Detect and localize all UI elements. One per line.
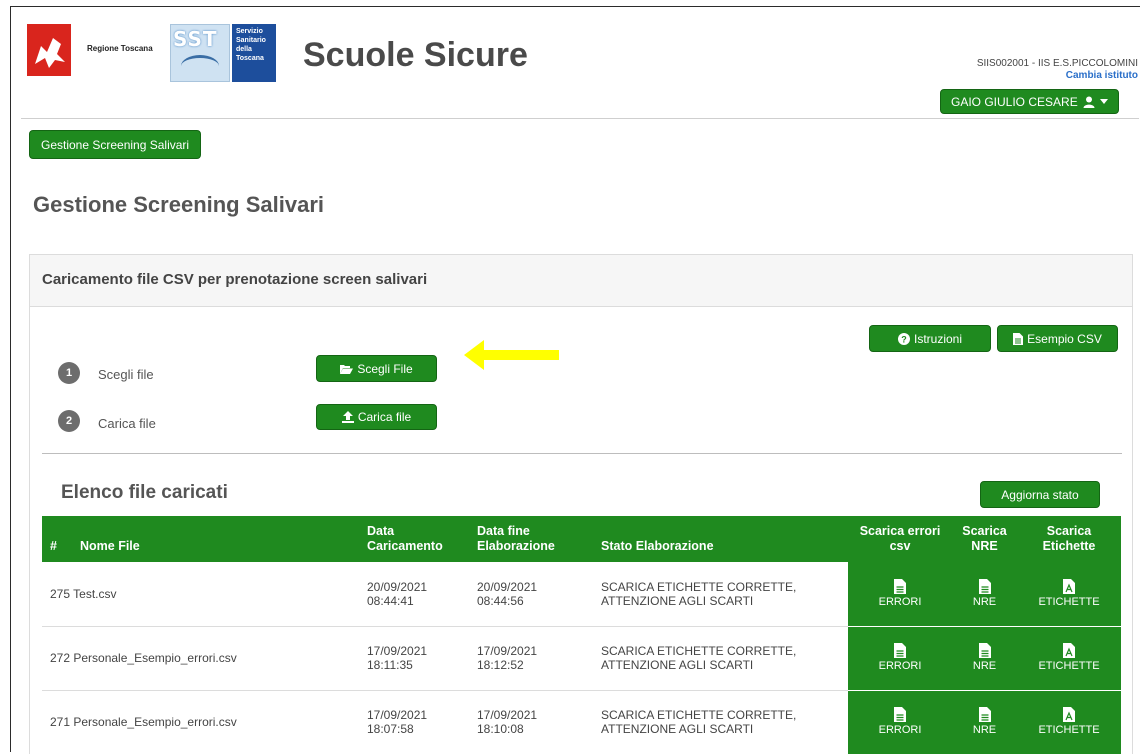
table-row: 272 Personale_Esempio_errori.csv 17/09/2… bbox=[42, 626, 1121, 691]
file-text-icon bbox=[978, 578, 991, 594]
col-num: # bbox=[42, 516, 72, 562]
step-number: 2 bbox=[58, 410, 80, 432]
page-title: Gestione Screening Salivari bbox=[33, 192, 325, 217]
ssn-line: Sanitario bbox=[236, 37, 266, 44]
panel-heading: Caricamento file CSV per prenotazione sc… bbox=[30, 255, 1132, 307]
file-name: 271 Personale_Esempio_errori.csv bbox=[42, 690, 359, 754]
file-name: 272 Personale_Esempio_errori.csv bbox=[42, 626, 359, 691]
arrow-left-icon bbox=[464, 340, 559, 370]
upload-datetime: 17/09/2021 18:07:58 bbox=[359, 690, 469, 754]
end-datetime: 20/09/2021 08:44:56 bbox=[469, 562, 593, 627]
ssn-line: Toscana bbox=[236, 55, 264, 62]
panel-divider bbox=[42, 453, 1122, 454]
ssn-logo: Servizio Sanitario della Toscana bbox=[232, 24, 276, 82]
refresh-status-button[interactable]: Aggiorna stato bbox=[980, 481, 1100, 508]
download-errors-button[interactable]: ERRORI bbox=[848, 562, 952, 627]
file-text-icon bbox=[978, 643, 991, 658]
folder-open-icon bbox=[340, 364, 354, 374]
sst-logo: SST bbox=[170, 24, 230, 82]
change-school-link[interactable]: Cambia istituto bbox=[1066, 70, 1138, 81]
file-text-icon bbox=[894, 643, 906, 658]
col-status: Stato Elaborazione bbox=[593, 516, 848, 562]
user-icon bbox=[1083, 96, 1095, 108]
download-nre-button[interactable]: NRE bbox=[952, 562, 1017, 627]
header: Regione Toscana SST Servizio Sanitario d… bbox=[10, 6, 1140, 116]
download-labels-button[interactable]: ETICHETTE bbox=[1017, 690, 1121, 754]
step-number: 1 bbox=[58, 362, 80, 384]
upload-icon bbox=[341, 411, 354, 423]
file-pdf-icon bbox=[1063, 707, 1075, 722]
ssn-line: Servizio bbox=[236, 28, 263, 35]
download-errors-button[interactable]: ERRORI bbox=[848, 690, 952, 754]
ssn-line: della bbox=[236, 46, 252, 53]
col-nre: Scarica NRE bbox=[952, 516, 1017, 562]
header-divider bbox=[21, 118, 1139, 119]
file-name: 275 Test.csv bbox=[42, 562, 359, 627]
list-title: Elenco file caricati bbox=[61, 482, 228, 503]
upload-panel: Caricamento file CSV per prenotazione sc… bbox=[29, 254, 1133, 754]
breadcrumb-button[interactable]: Gestione Screening Salivari bbox=[29, 130, 202, 159]
caret-down-icon bbox=[1099, 98, 1108, 104]
choose-file-button[interactable]: Scegli File bbox=[316, 355, 437, 382]
end-datetime: 17/09/2021 18:10:08 bbox=[469, 690, 593, 754]
table-row: 275 Test.csv 20/09/2021 08:44:41 20/09/20… bbox=[42, 562, 1121, 627]
region-label: Regione Toscana bbox=[87, 44, 153, 53]
table-row: 271 Personale_Esempio_errori.csv 17/09/2… bbox=[42, 690, 1121, 754]
download-nre-button[interactable]: NRE bbox=[952, 626, 1017, 691]
col-labels: Scarica Etichette bbox=[1017, 516, 1121, 562]
status-text: SCARICA ETICHETTE CORRETTE, ATTENZIONE AG… bbox=[593, 562, 848, 627]
step-label: Carica file bbox=[98, 416, 156, 431]
sst-bird-icon bbox=[181, 55, 219, 77]
file-text-icon bbox=[894, 707, 906, 722]
col-name: Nome File bbox=[72, 516, 359, 562]
uploaded-files-table: # Nome File Data Caricamento Data fine Ela… bbox=[42, 516, 1121, 754]
file-icon bbox=[1013, 332, 1024, 345]
choose-file-label: Scegli File bbox=[357, 361, 413, 376]
file-pdf-icon bbox=[1063, 578, 1075, 594]
step-label: Scegli file bbox=[98, 367, 154, 382]
download-labels-button[interactable]: ETICHETTE bbox=[1017, 562, 1121, 627]
upload-datetime: 20/09/2021 08:44:41 bbox=[359, 562, 469, 627]
question-icon: ? bbox=[897, 332, 910, 345]
istruzioni-button[interactable]: ? Istruzioni bbox=[869, 325, 991, 352]
upload-file-label: Carica file bbox=[357, 410, 412, 424]
col-end-date: Data fine Elaborazione bbox=[469, 516, 593, 562]
esempio-csv-button[interactable]: Esempio CSV bbox=[997, 325, 1118, 352]
esempio-csv-label: Esempio CSV bbox=[1027, 331, 1102, 346]
file-pdf-icon bbox=[1063, 643, 1075, 658]
upload-file-button[interactable]: Carica file bbox=[316, 404, 437, 430]
download-nre-button[interactable]: NRE bbox=[952, 690, 1017, 754]
table-header-row: # Nome File Data Caricamento Data fine Ela… bbox=[42, 516, 1121, 562]
user-name: GAIO GIULIO CESARE bbox=[951, 94, 1078, 109]
upload-datetime: 17/09/2021 18:11:35 bbox=[359, 626, 469, 691]
sst-label: SST bbox=[173, 27, 218, 51]
col-upload-date: Data Caricamento bbox=[359, 516, 469, 562]
status-text: SCARICA ETICHETTE CORRETTE, ATTENZIONE AG… bbox=[593, 626, 848, 691]
user-menu-button[interactable]: GAIO GIULIO CESARE bbox=[940, 89, 1119, 114]
file-text-icon bbox=[978, 707, 991, 722]
app-title: Scuole Sicure bbox=[303, 36, 528, 74]
school-name: SIIS002001 - IIS E.S.PICCOLOMINI bbox=[976, 58, 1138, 69]
col-errors: Scarica errori csv bbox=[848, 516, 952, 562]
svg-text:?: ? bbox=[901, 334, 907, 344]
regione-toscana-logo bbox=[27, 24, 71, 76]
istruzioni-label: Istruzioni bbox=[913, 331, 963, 346]
download-labels-button[interactable]: ETICHETTE bbox=[1017, 626, 1121, 691]
end-datetime: 17/09/2021 18:12:52 bbox=[469, 626, 593, 691]
file-text-icon bbox=[894, 578, 906, 594]
status-text: SCARICA ETICHETTE CORRETTE, ATTENZIONE AG… bbox=[593, 690, 848, 754]
download-errors-button[interactable]: ERRORI bbox=[848, 626, 952, 691]
